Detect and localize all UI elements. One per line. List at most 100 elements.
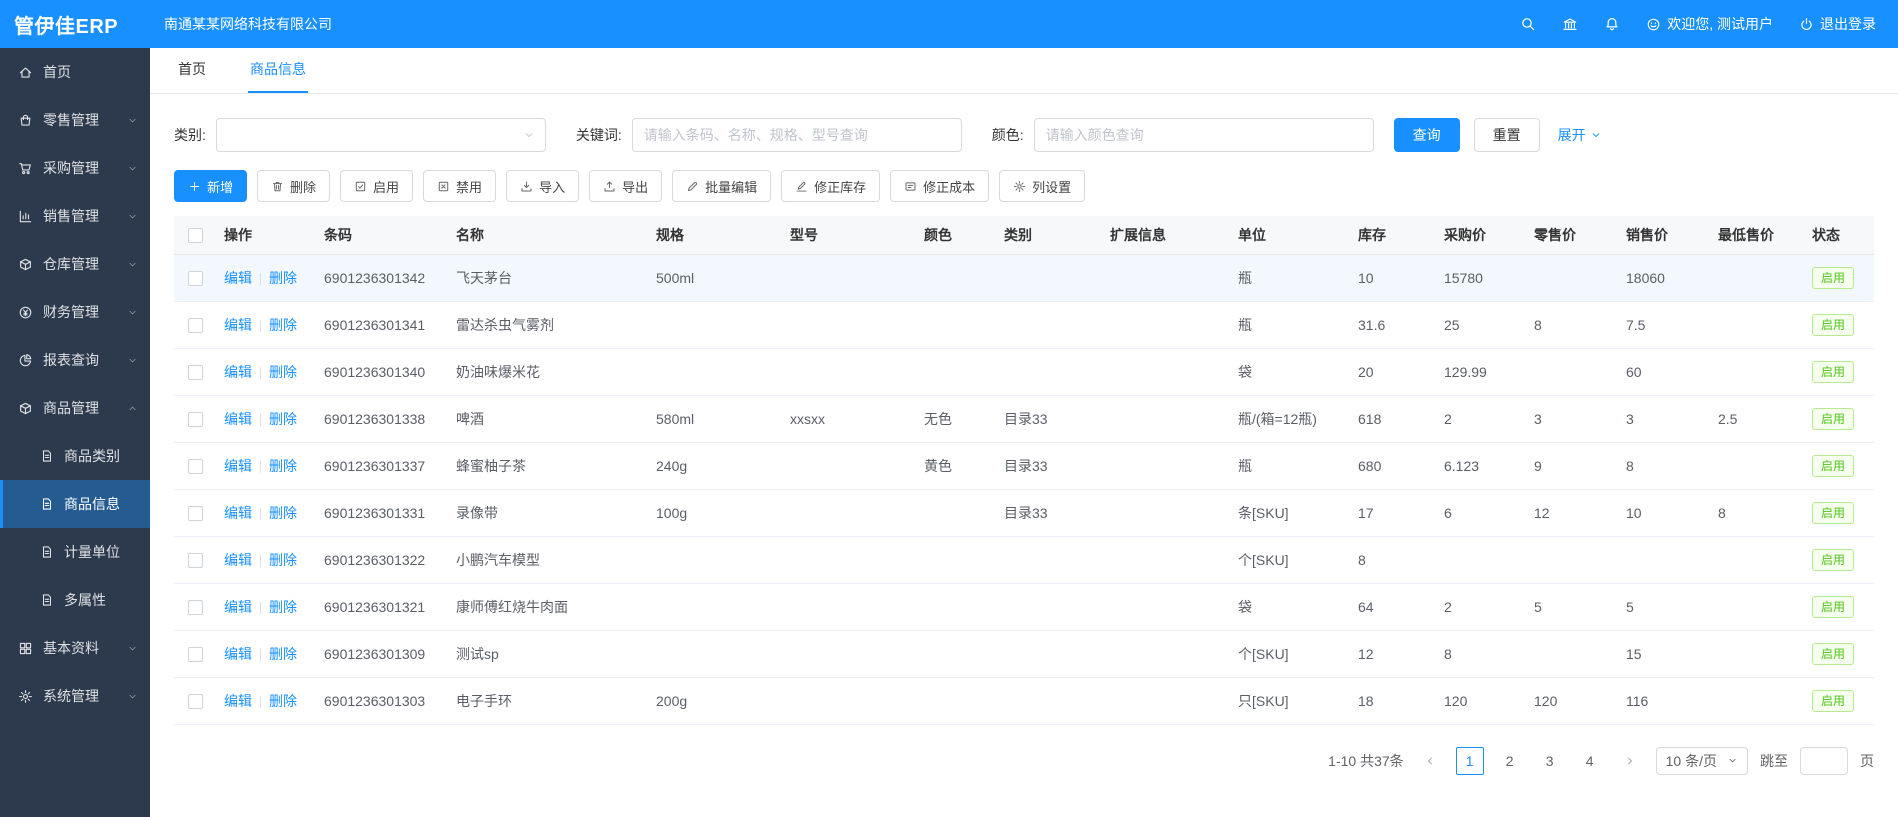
sidebar-item-product-category[interactable]: 商品类别 xyxy=(0,432,150,480)
sidebar-item-multi-attribute[interactable]: 多属性 xyxy=(0,576,150,624)
sidebar-item-finance[interactable]: 财务管理 xyxy=(0,288,150,336)
search-button[interactable]: 查询 xyxy=(1394,118,1460,152)
edit-link[interactable]: 编辑 xyxy=(224,364,252,380)
cell-stock: 31.6 xyxy=(1350,301,1436,348)
delete-link[interactable]: 删除 xyxy=(269,552,297,568)
sidebar-item-product[interactable]: 商品管理 xyxy=(0,384,150,432)
category-select[interactable] xyxy=(216,118,546,152)
sidebar-item-purchase[interactable]: 采购管理 xyxy=(0,144,150,192)
row-checkbox[interactable] xyxy=(188,459,203,474)
cell-ext xyxy=(1102,630,1230,677)
row-checkbox[interactable] xyxy=(188,412,203,427)
table-row: 编辑删除6901236301338啤酒580mlxxsxx无色目录33瓶/(箱=… xyxy=(174,395,1874,442)
row-checkbox[interactable] xyxy=(188,553,203,568)
edit-link[interactable]: 编辑 xyxy=(224,693,252,709)
edit-link[interactable]: 编辑 xyxy=(224,458,252,474)
fix-cost-button[interactable]: 修正成本 xyxy=(890,170,989,202)
delete-link[interactable]: 删除 xyxy=(269,317,297,333)
header-bank-button[interactable] xyxy=(1562,16,1578,32)
row-checkbox[interactable] xyxy=(188,365,203,380)
disable-button[interactable]: 禁用 xyxy=(423,170,496,202)
cell-min xyxy=(1710,301,1804,348)
column-header: 型号 xyxy=(782,216,916,254)
app-logo[interactable]: 管伊佳ERP xyxy=(0,10,150,39)
row-checkbox[interactable] xyxy=(188,506,203,521)
prev-page-button[interactable] xyxy=(1416,747,1444,775)
add-button[interactable]: 新增 xyxy=(174,170,247,202)
import-button[interactable]: 导入 xyxy=(506,170,579,202)
delete-link[interactable]: 删除 xyxy=(269,458,297,474)
cell-barcode: 6901236301331 xyxy=(316,489,448,536)
column-settings-button[interactable]: 列设置 xyxy=(999,170,1085,202)
edit-link[interactable]: 编辑 xyxy=(224,317,252,333)
page-size-select[interactable]: 10 条/页 xyxy=(1656,747,1748,775)
delete-button[interactable]: 删除 xyxy=(257,170,330,202)
reset-button[interactable]: 重置 xyxy=(1474,118,1540,152)
table-row: 编辑删除6901236301337蜂蜜柚子茶240g黄色目录33瓶6806.12… xyxy=(174,442,1874,489)
sidebar-item-warehouse[interactable]: 仓库管理 xyxy=(0,240,150,288)
page-4-button[interactable]: 4 xyxy=(1576,747,1604,775)
row-checkbox[interactable] xyxy=(188,600,203,615)
cell-retail xyxy=(1526,254,1618,301)
color-input[interactable] xyxy=(1034,118,1374,152)
chevron-down-icon xyxy=(127,115,138,126)
edit-link[interactable]: 编辑 xyxy=(224,552,252,568)
tab-home[interactable]: 首页 xyxy=(176,48,208,93)
sidebar-item-basic-data[interactable]: 基本资料 xyxy=(0,624,150,672)
select-all-checkbox[interactable] xyxy=(188,228,203,243)
edit-link[interactable]: 编辑 xyxy=(224,270,252,286)
delete-link[interactable]: 删除 xyxy=(269,599,297,615)
row-checkbox[interactable] xyxy=(188,271,203,286)
fix-stock-button[interactable]: 修正库存 xyxy=(781,170,880,202)
row-checkbox[interactable] xyxy=(188,647,203,662)
sidebar-item-report[interactable]: 报表查询 xyxy=(0,336,150,384)
sidebar-item-measure-unit[interactable]: 计量单位 xyxy=(0,528,150,576)
cell-retail: 5 xyxy=(1526,583,1618,630)
expand-link[interactable]: 展开 xyxy=(1558,125,1602,145)
delete-link[interactable]: 删除 xyxy=(269,411,297,427)
cell-model xyxy=(782,301,916,348)
page-2-button[interactable]: 2 xyxy=(1496,747,1524,775)
sidebar-item-sales[interactable]: 销售管理 xyxy=(0,192,150,240)
grid-icon xyxy=(18,641,33,656)
column-header: 颜色 xyxy=(916,216,996,254)
cell-sale: 3 xyxy=(1618,395,1710,442)
sidebar-item-system[interactable]: 系统管理 xyxy=(0,672,150,720)
delete-link[interactable]: 删除 xyxy=(269,505,297,521)
logout-button[interactable]: 退出登录 xyxy=(1799,14,1876,34)
enable-button[interactable]: 启用 xyxy=(340,170,413,202)
sidebar-item-home[interactable]: 首页 xyxy=(0,48,150,96)
edit-link[interactable]: 编辑 xyxy=(224,505,252,521)
cell-color xyxy=(916,630,996,677)
cell-actions: 编辑 删除 xyxy=(216,630,316,677)
header-bell-button[interactable] xyxy=(1604,16,1620,32)
jump-page-input[interactable] xyxy=(1800,747,1848,775)
cell-spec xyxy=(648,348,782,395)
cell-color xyxy=(916,677,996,724)
sidebar-item-product-info[interactable]: 商品信息 xyxy=(0,480,150,528)
delete-link[interactable]: 删除 xyxy=(269,364,297,380)
cell-status: 启用 xyxy=(1804,395,1874,442)
app-header: 管伊佳ERP 南通某某网络科技有限公司 欢迎您, 测试用户 退出登录 xyxy=(0,0,1898,48)
header-search-button[interactable] xyxy=(1520,16,1536,32)
delete-link[interactable]: 删除 xyxy=(269,693,297,709)
column-header: 规格 xyxy=(648,216,782,254)
column-header: 名称 xyxy=(448,216,648,254)
user-welcome[interactable]: 欢迎您, 测试用户 xyxy=(1646,14,1773,34)
edit-link[interactable]: 编辑 xyxy=(224,599,252,615)
row-checkbox[interactable] xyxy=(188,318,203,333)
sidebar-item-retail[interactable]: 零售管理 xyxy=(0,96,150,144)
delete-link[interactable]: 删除 xyxy=(269,646,297,662)
tab-product-info[interactable]: 商品信息 xyxy=(248,48,308,93)
edit-link[interactable]: 编辑 xyxy=(224,646,252,662)
page-3-button[interactable]: 3 xyxy=(1536,747,1564,775)
delete-link[interactable]: 删除 xyxy=(269,270,297,286)
bell-icon xyxy=(1604,16,1620,32)
edit-link[interactable]: 编辑 xyxy=(224,411,252,427)
page-1-button[interactable]: 1 xyxy=(1456,747,1484,775)
row-checkbox[interactable] xyxy=(188,694,203,709)
batch-edit-button[interactable]: 批量编辑 xyxy=(672,170,771,202)
next-page-button[interactable] xyxy=(1616,747,1644,775)
keyword-input[interactable] xyxy=(632,118,962,152)
export-button[interactable]: 导出 xyxy=(589,170,662,202)
